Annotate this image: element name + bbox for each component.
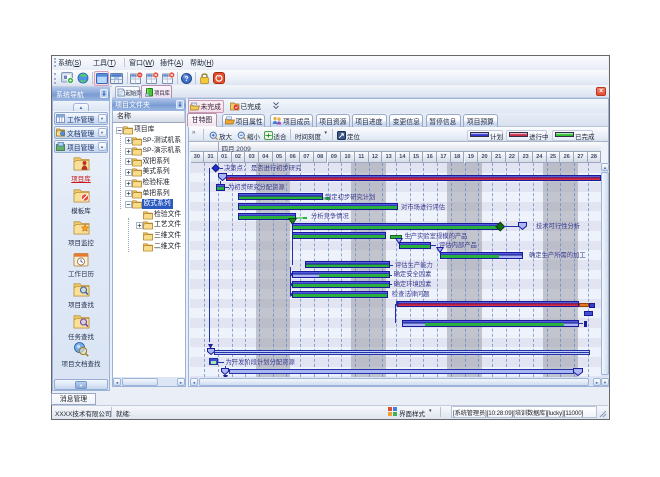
svg-text:?: ? xyxy=(184,76,188,83)
